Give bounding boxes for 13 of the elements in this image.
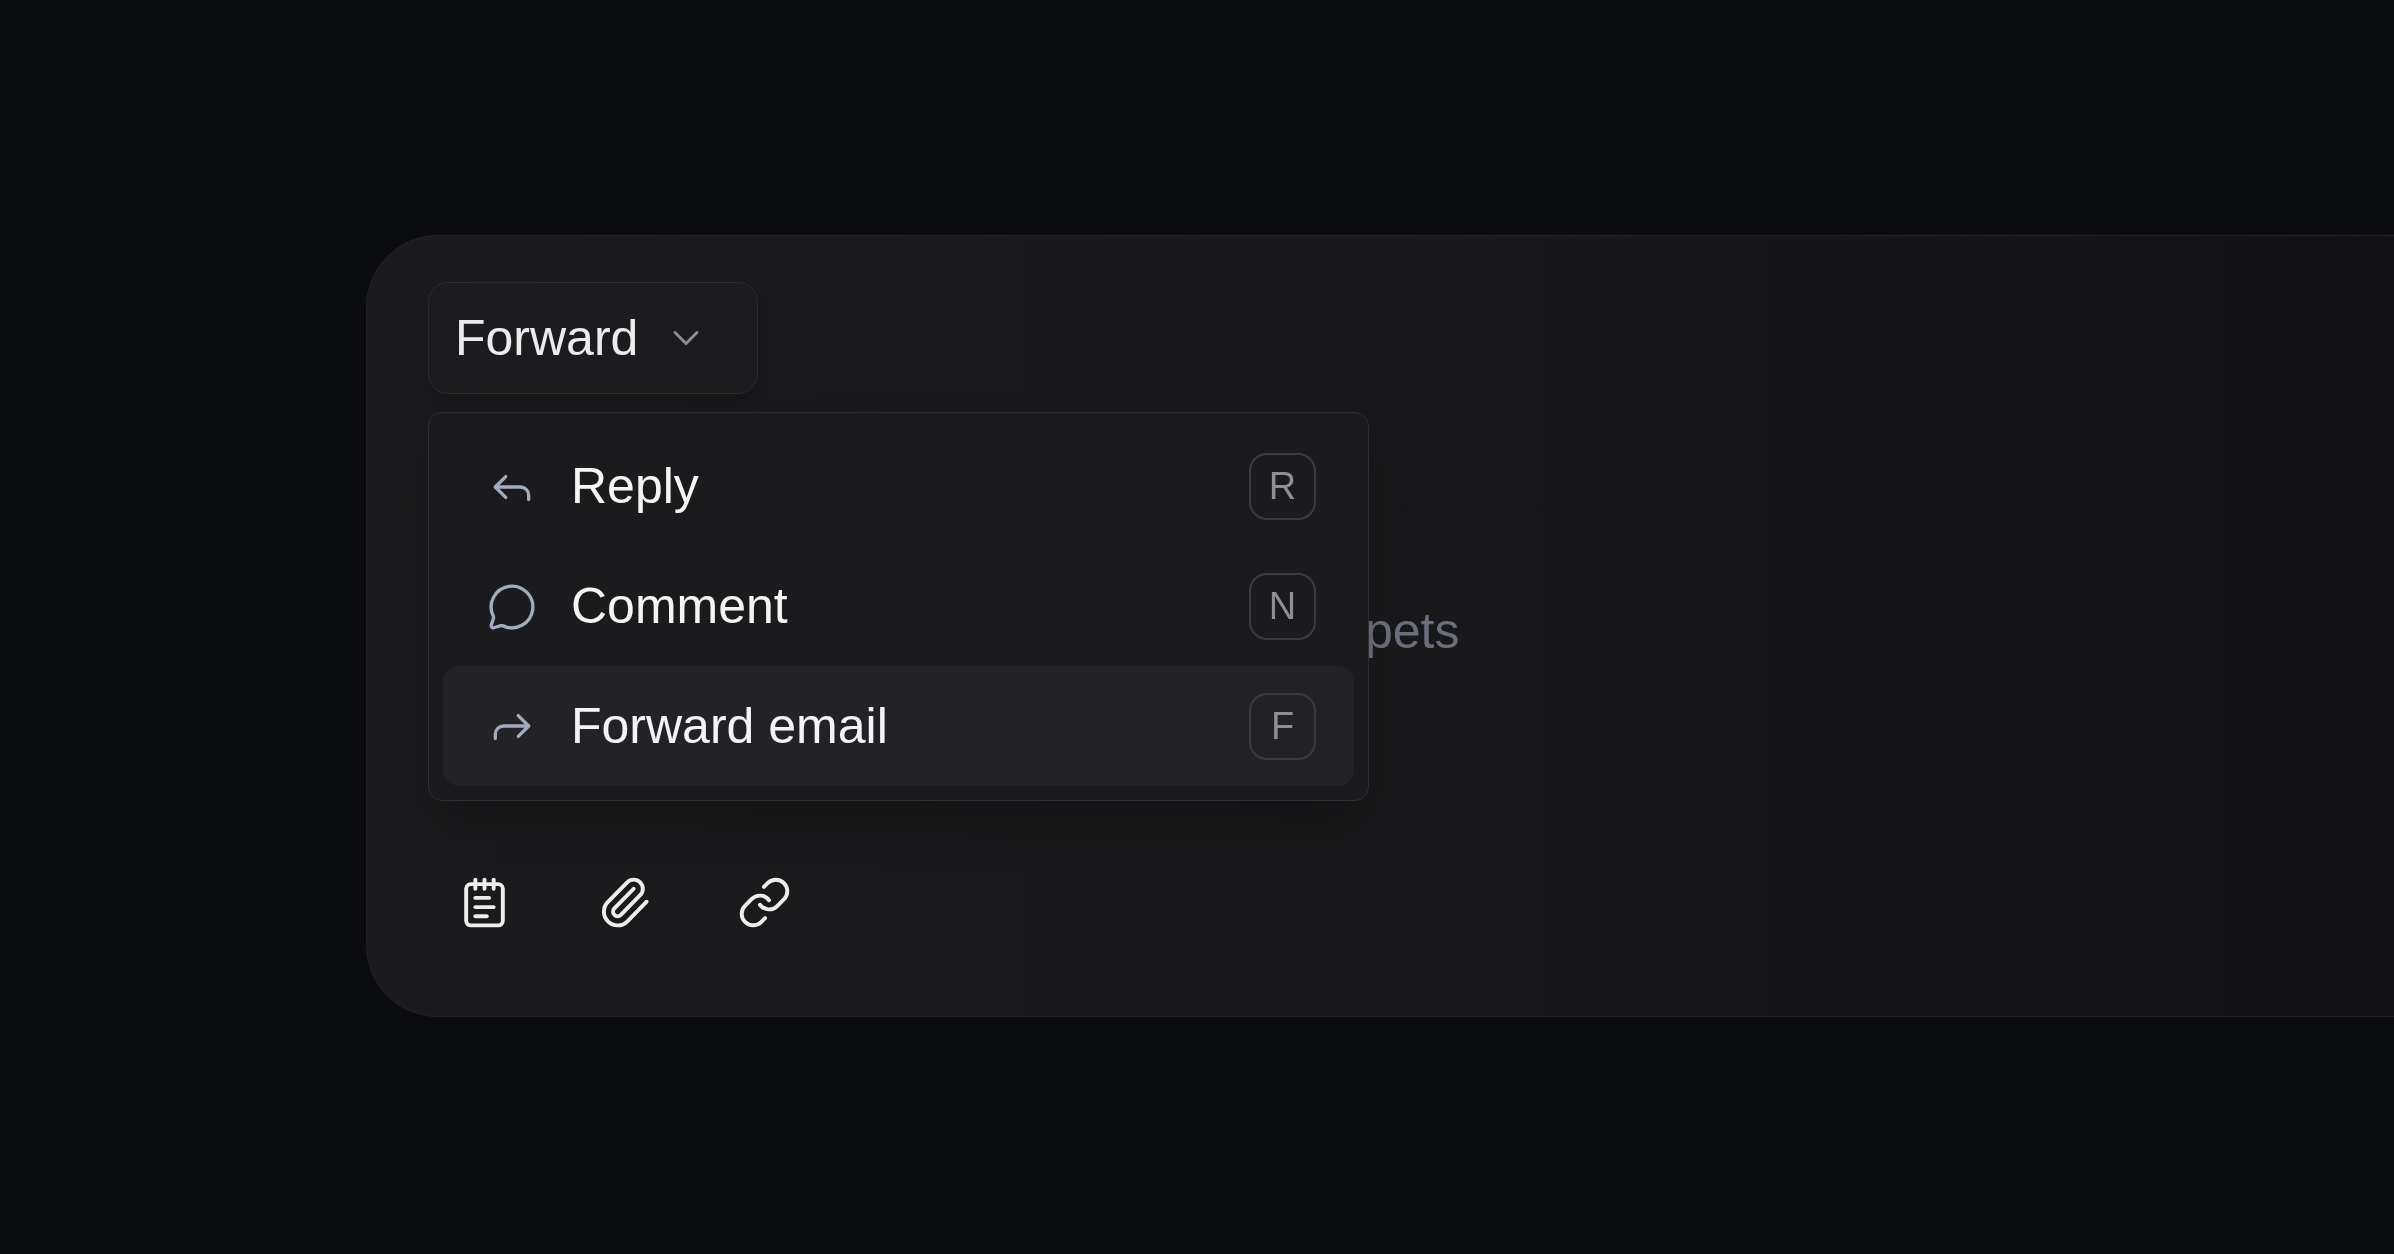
placeholder-text: pets xyxy=(1365,606,1460,656)
menu-item-label: Reply xyxy=(571,457,700,517)
link-icon xyxy=(737,875,792,930)
speech-bubble-icon xyxy=(487,581,537,632)
menu-item[interactable]: Forward email F xyxy=(443,666,1354,786)
menu-item[interactable]: Comment N xyxy=(443,546,1354,667)
menu-item-label: Forward email xyxy=(571,696,889,756)
shortcut-key: N xyxy=(1249,573,1316,640)
shortcut-key: F xyxy=(1249,692,1316,760)
menu-item[interactable]: Reply R xyxy=(443,427,1354,547)
shortcut-key: R xyxy=(1249,453,1316,521)
menu-item-label: Comment xyxy=(571,577,789,636)
reply-mode-dropdown[interactable]: Forward xyxy=(428,282,758,394)
